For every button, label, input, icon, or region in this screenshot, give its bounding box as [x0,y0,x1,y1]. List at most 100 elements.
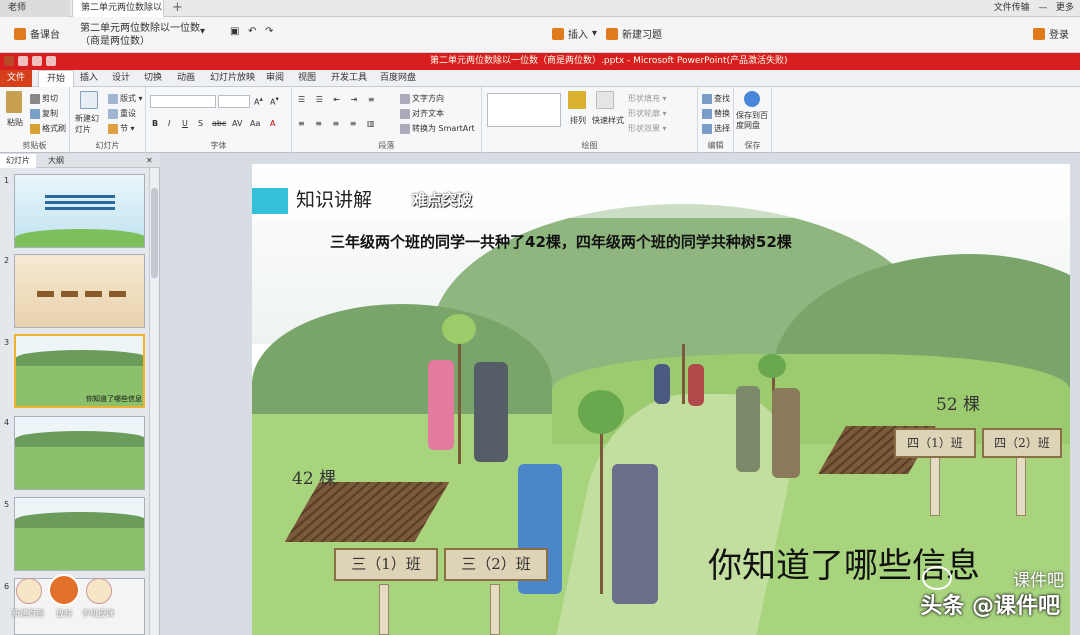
slide-thumbnail-5[interactable] [14,497,145,571]
slide-thumbnail-1[interactable] [14,174,145,248]
question-text: 三年级两个班的同学一共种了42棵，四年级两个班的同学共种树52棵 [330,233,792,251]
new-slide-button[interactable] [80,91,100,109]
shape-effects-button[interactable]: 形状效果 ▾ [628,123,667,134]
paste-button[interactable] [6,91,24,113]
change-case-button[interactable]: Aa [250,119,260,128]
tab-baidu-pan[interactable]: 百度网盘 [380,70,416,87]
redo-icon[interactable] [46,56,56,66]
format-painter-button[interactable]: 格式刷 [30,123,66,134]
replace-button[interactable]: 替换 [702,108,730,119]
tab-slides[interactable]: 幻灯片 [0,154,36,168]
find-button[interactable]: 查找 [702,93,730,104]
login-button[interactable]: 登录 [1033,26,1069,41]
char-spacing-button[interactable]: AV [232,119,242,128]
pane-scrollbar[interactable] [149,168,159,635]
paragraph-group-label: 段落 [378,141,395,150]
file-transfer-button[interactable]: 文件传输 [994,3,1030,13]
strikethrough-button[interactable]: abc [212,119,226,128]
save-icon[interactable] [18,56,28,66]
tab-transitions[interactable]: 切换 [144,70,162,87]
tab-review[interactable]: 审阅 [266,70,284,87]
class-sign: 三（1）班 [334,548,438,581]
tab-developer[interactable]: 开发工具 [331,70,367,87]
new-tab-button[interactable]: + [172,0,183,16]
add-page-icon[interactable] [16,578,42,604]
ribbon: 粘贴 剪切 复制 格式刷 剪贴板 新建幻灯片 版式 ▾ 重设 节 ▾ 幻灯片 A… [0,87,1080,153]
sapling-leaves [758,354,786,378]
align-buttons[interactable]: ≡ ≡ ≡ ≡ ▥ [298,119,379,128]
document-title-dropdown[interactable]: 第二单元两位数除以一位数（商是两位数） [80,22,200,48]
cut-button[interactable]: 剪切 [30,93,58,104]
font-size-select[interactable] [218,95,250,108]
tab-slideshow[interactable]: 幻灯片放映 [210,70,255,87]
slide-thumbnail-2[interactable] [14,254,145,328]
insert-label: 插入 [568,30,588,41]
slide-thumbnail-4[interactable] [14,416,145,490]
redo-icon[interactable]: ↷ [265,26,273,37]
title-accent [252,188,288,214]
text-direction-button[interactable]: 文字方向 [400,93,444,104]
font-color-button[interactable]: A [270,119,275,128]
phone-icon[interactable] [86,578,112,604]
tab-view[interactable]: 视图 [298,70,316,87]
tab-insert[interactable]: 插入 [80,70,98,87]
paragraph-group: ☰ ☰ ⇤ ⇥ ≡ ≡ ≡ ≡ ≡ ▥ 文字方向 对齐文本 转换为 SmartA… [292,87,482,153]
arrange-button[interactable] [568,91,588,109]
tab-animations[interactable]: 动画 [177,70,195,87]
slide[interactable]: 知识讲解 难点突破 三年级两个班的同学一共种了42棵，四年级两个班的同学共种树5… [252,164,1070,635]
sign-post [379,584,389,635]
child-figure [688,364,704,406]
align-text-button[interactable]: 对齐文本 [400,108,444,119]
shadow-button[interactable]: S [198,119,203,128]
undo-icon[interactable] [32,56,42,66]
play-icon[interactable] [48,574,80,606]
child-figure [736,386,760,472]
section-button[interactable]: 节 ▾ [108,123,135,134]
insert-icon [552,27,564,40]
shapes-gallery[interactable] [487,93,561,127]
brush-icon [30,123,40,134]
tab-home[interactable]: 开始 [38,70,75,87]
save-icon[interactable]: ▣ [230,26,239,37]
insert-button[interactable]: 插入 ▾ [552,26,597,41]
slide-thumbnail-3-selected[interactable]: 你知道了哪些信息 [14,334,145,408]
select-button[interactable]: 选择 [702,123,730,134]
shrink-font-icon[interactable]: A▾ [270,95,279,107]
baidu-save-button[interactable] [744,91,762,107]
grow-font-icon[interactable]: A▴ [254,95,263,107]
scrollbar-thumb[interactable] [151,188,158,278]
layout-icon [108,93,118,104]
italic-button[interactable]: I [168,119,170,128]
minimize-icon[interactable]: — [1038,3,1047,13]
smartart-button[interactable]: 转换为 SmartArt [400,123,475,134]
tab-document[interactable]: 第二单元两位数除以一... [72,0,164,30]
list-buttons[interactable]: ☰ ☰ ⇤ ⇥ ≡ [298,95,379,104]
slides-group: 新建幻灯片 版式 ▾ 重设 节 ▾ 幻灯片 [70,87,146,153]
underline-button[interactable]: U [182,119,188,128]
tab-design[interactable]: 设计 [112,70,130,87]
close-pane-icon[interactable]: ✕ [140,154,159,168]
powerpoint-icon [4,56,14,66]
reset-button[interactable]: 重设 [108,108,136,119]
tab-outline[interactable]: 大纲 [42,154,70,168]
prepare-button[interactable]: 备课台 [14,26,60,41]
text-direction-icon [400,93,410,104]
child-figure [654,364,670,404]
shape-outline-button[interactable]: 形状轮廓 ▾ [628,108,667,119]
tab-teacher[interactable]: 老师 [0,0,70,17]
section-subtitle: 难点突破 [412,191,473,209]
quick-styles-button[interactable] [596,91,616,109]
layout-button[interactable]: 版式 ▾ [108,93,143,104]
shape-fill-button[interactable]: 形状填充 ▾ [628,93,667,104]
font-family-select[interactable] [150,95,216,108]
shape-outline-label: 形状轮廓 [628,109,660,118]
tab-file[interactable]: 文件 [0,70,32,87]
undo-icon[interactable]: ↶ [248,26,256,37]
more-button[interactable]: 更多 [1056,3,1074,13]
new-page-label: 新建页面 [12,609,44,618]
chevron-down-icon[interactable]: ▾ [200,26,205,37]
sign-post [490,584,500,635]
new-exercise-button[interactable]: 新建习题 [606,26,662,41]
copy-button[interactable]: 复制 [30,108,58,119]
bold-button[interactable]: B [152,119,158,128]
